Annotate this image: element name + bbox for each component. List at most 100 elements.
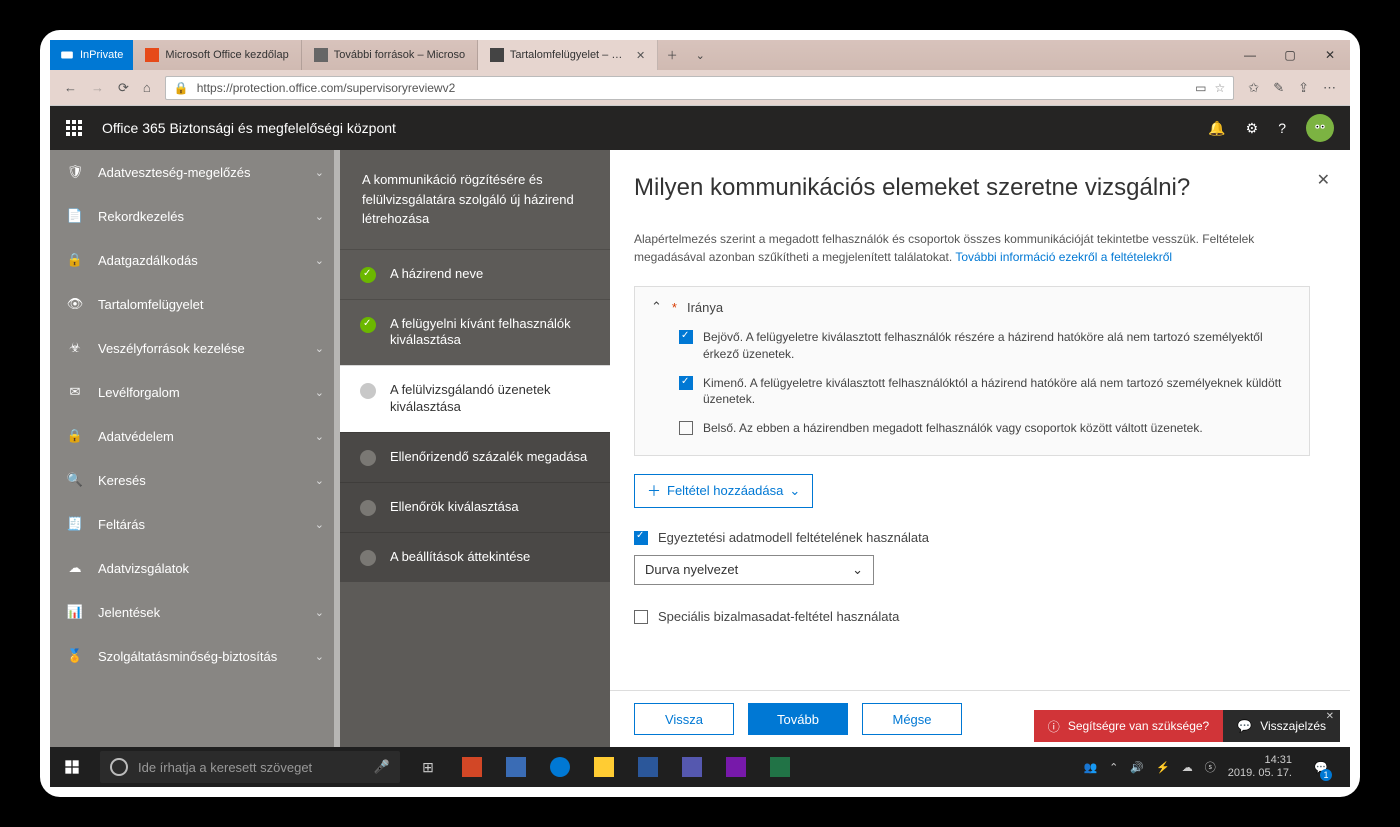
wizard-step-users[interactable]: A felügyelni kívánt felhasználók kiválas… xyxy=(340,299,610,366)
nav-item-datagov[interactable]: 🔒Adatgazdálkodás⌄ xyxy=(50,238,340,282)
direction-internal[interactable]: Belső. Az ebben a házirendben megadott f… xyxy=(679,414,1293,443)
people-icon[interactable]: 👥 xyxy=(1083,761,1097,774)
model-dropdown[interactable]: Durva nyelvezet ⌄ xyxy=(634,555,874,585)
refresh-button[interactable]: ⟳ xyxy=(118,80,129,96)
add-condition-button[interactable]: ＋ Feltétel hozzáadása ⌄ xyxy=(634,474,813,508)
new-tab-button[interactable]: ＋ xyxy=(658,40,686,70)
checkbox[interactable] xyxy=(679,421,693,435)
nav-item-ediscovery[interactable]: 🧾Feltárás⌄ xyxy=(50,502,340,546)
section-toggle[interactable]: ⌃ * Iránya xyxy=(651,299,1293,315)
nav-item-dlp[interactable]: 🛡Adatveszteség-megelőzés⌄ xyxy=(50,150,340,194)
browser-tab-1[interactable]: További források – Microso xyxy=(302,40,478,70)
home-button[interactable]: ⌂ xyxy=(143,80,151,95)
window-maximize-button[interactable]: ▢ xyxy=(1270,40,1310,70)
special-condition-option[interactable]: Speciális bizalmasadat-feltétel használa… xyxy=(634,609,1310,624)
nav-item-records[interactable]: 📄Rekordkezelés⌄ xyxy=(50,194,340,238)
tab-chevron-icon[interactable]: ⌄ xyxy=(686,40,714,70)
browser-tab-2[interactable]: Tartalomfelügyelet – Biz✕ xyxy=(478,40,658,70)
app-launcher-icon[interactable] xyxy=(66,120,82,136)
wizard-step-percentage[interactable]: Ellenőrizendő százalék megadása xyxy=(340,432,610,482)
next-button[interactable]: Tovább xyxy=(748,703,848,735)
search-icon: 🔍 xyxy=(66,472,84,488)
use-model-option[interactable]: Egyeztetési adatmodell feltételének hasz… xyxy=(634,530,1310,545)
taskbar-app-excel[interactable] xyxy=(758,747,802,787)
notifications-icon[interactable]: 🔔 xyxy=(1208,120,1225,137)
taskbar-app-store[interactable] xyxy=(494,747,538,787)
chevron-up-icon: ⌃ xyxy=(651,299,662,315)
nav-item-assurance[interactable]: 🏅Szolgáltatásminőség-biztosítás⌄ xyxy=(50,634,340,678)
close-panel-button[interactable]: ✕ xyxy=(1317,170,1330,190)
cortana-icon xyxy=(110,758,128,776)
browser-tab-0[interactable]: Microsoft Office kezdőlap xyxy=(133,40,301,70)
cancel-button[interactable]: Mégse xyxy=(862,703,962,735)
settings-icon[interactable]: ⚙ xyxy=(1246,120,1259,137)
content-panel: ✕ Milyen kommunikációs elemeket szeretne… xyxy=(610,150,1350,747)
nav-back-button[interactable]: ← xyxy=(64,80,77,95)
checkbox[interactable] xyxy=(679,376,693,390)
help-icon[interactable]: ? xyxy=(1278,120,1286,136)
cloud-icon[interactable]: ☁ xyxy=(1182,761,1193,774)
chevron-down-icon: ⌄ xyxy=(789,483,800,499)
window-close-button[interactable]: ✕ xyxy=(1310,40,1350,70)
checkbox[interactable] xyxy=(634,610,648,624)
wizard-step-reviewers[interactable]: Ellenőrök kiválasztása xyxy=(340,482,610,532)
taskbar-app-onenote[interactable] xyxy=(714,747,758,787)
suite-title: Office 365 Biztonsági és megfelelőségi k… xyxy=(102,120,396,136)
nav-item-supervision[interactable]: 👁Tartalomfelügyelet xyxy=(50,282,340,326)
eye-icon: 👁 xyxy=(66,296,84,312)
suite-header: Office 365 Biztonsági és megfelelőségi k… xyxy=(50,106,1350,150)
comment-icon: 💬 xyxy=(1237,719,1252,733)
back-button[interactable]: Vissza xyxy=(634,703,734,735)
volume-icon[interactable]: 🔊 xyxy=(1130,761,1144,774)
browser-tab-strip: InPrivate Microsoft Office kezdőlap Tová… xyxy=(50,40,1350,70)
nav-forward-button[interactable]: → xyxy=(91,80,104,95)
favorite-icon[interactable]: ☆ xyxy=(1215,81,1226,95)
checkbox[interactable] xyxy=(679,330,693,344)
biohazard-icon: ☣ xyxy=(66,340,84,356)
nav-item-threat[interactable]: ☣Veszélyforrások kezelése⌄ xyxy=(50,326,340,370)
user-avatar[interactable] xyxy=(1306,114,1334,142)
network-icon[interactable]: ⚡ xyxy=(1156,761,1170,774)
taskbar-app-powerpoint[interactable] xyxy=(450,747,494,787)
feedback-button[interactable]: 💬Visszajelzés✕ xyxy=(1223,710,1340,742)
mic-icon[interactable]: 🎤 xyxy=(374,759,390,775)
scrollbar[interactable] xyxy=(334,150,340,747)
taskbar-search[interactable]: Ide írhatja a keresett szöveget 🎤 xyxy=(100,751,400,783)
nav-item-mailflow[interactable]: ✉Levélforgalom⌄ xyxy=(50,370,340,414)
nav-item-investigations[interactable]: ☁Adatvizsgálatok xyxy=(50,546,340,590)
tray-chevron-icon[interactable]: ⌃ xyxy=(1109,761,1118,774)
action-center-button[interactable]: 💬1 xyxy=(1304,747,1338,787)
reading-view-icon[interactable]: ▭ xyxy=(1195,81,1206,95)
skype-icon[interactable]: ⓢ xyxy=(1205,759,1216,775)
wizard-step-name[interactable]: A házirend neve xyxy=(340,249,610,299)
close-icon[interactable]: ✕ xyxy=(636,49,645,62)
taskbar-app-explorer[interactable] xyxy=(582,747,626,787)
close-icon[interactable]: ✕ xyxy=(1322,710,1338,723)
need-help-button[interactable]: ⓘSegítségre van szüksége? xyxy=(1034,710,1223,742)
start-button[interactable] xyxy=(50,747,94,787)
checkbox[interactable] xyxy=(634,531,648,545)
nav-item-reports[interactable]: 📊Jelentések⌄ xyxy=(50,590,340,634)
nav-item-privacy[interactable]: 🔒Adatvédelem⌄ xyxy=(50,414,340,458)
learn-more-link[interactable]: További információ ezekről a feltételekr… xyxy=(955,250,1172,264)
taskbar-app-edge[interactable] xyxy=(538,747,582,787)
taskbar-clock[interactable]: 14:31 2019. 05. 17. xyxy=(1228,754,1292,780)
step-complete-icon xyxy=(360,267,376,283)
favorites-button[interactable]: ✩ xyxy=(1248,80,1259,96)
taskbar-app-word[interactable] xyxy=(626,747,670,787)
wizard-step-review[interactable]: A beállítások áttekintése xyxy=(340,532,610,582)
task-view-button[interactable]: ⊞ xyxy=(406,747,450,787)
share-button[interactable]: ⇪ xyxy=(1298,80,1309,96)
chevron-down-icon: ⌄ xyxy=(315,474,324,487)
lock-icon: 🔒 xyxy=(174,81,189,95)
wizard-step-communications[interactable]: A felülvizsgálandó üzenetek kiválasztása xyxy=(340,365,610,432)
more-button[interactable]: ⋯ xyxy=(1323,80,1336,96)
direction-inbound[interactable]: Bejövő. A felügyeletre kiválasztott felh… xyxy=(679,323,1293,369)
window-minimize-button[interactable]: ― xyxy=(1230,40,1270,70)
notes-button[interactable]: ✎ xyxy=(1273,80,1284,96)
nav-item-search[interactable]: 🔍Keresés⌄ xyxy=(50,458,340,502)
address-bar[interactable]: 🔒 https://protection.office.com/supervis… xyxy=(165,76,1235,100)
direction-outbound[interactable]: Kimenő. A felügyeletre kiválasztott felh… xyxy=(679,369,1293,415)
taskbar-app-teams[interactable] xyxy=(670,747,714,787)
system-tray: 👥 ⌃ 🔊 ⚡ ☁ ⓢ 14:31 2019. 05. 17. 💬1 xyxy=(1071,747,1350,787)
